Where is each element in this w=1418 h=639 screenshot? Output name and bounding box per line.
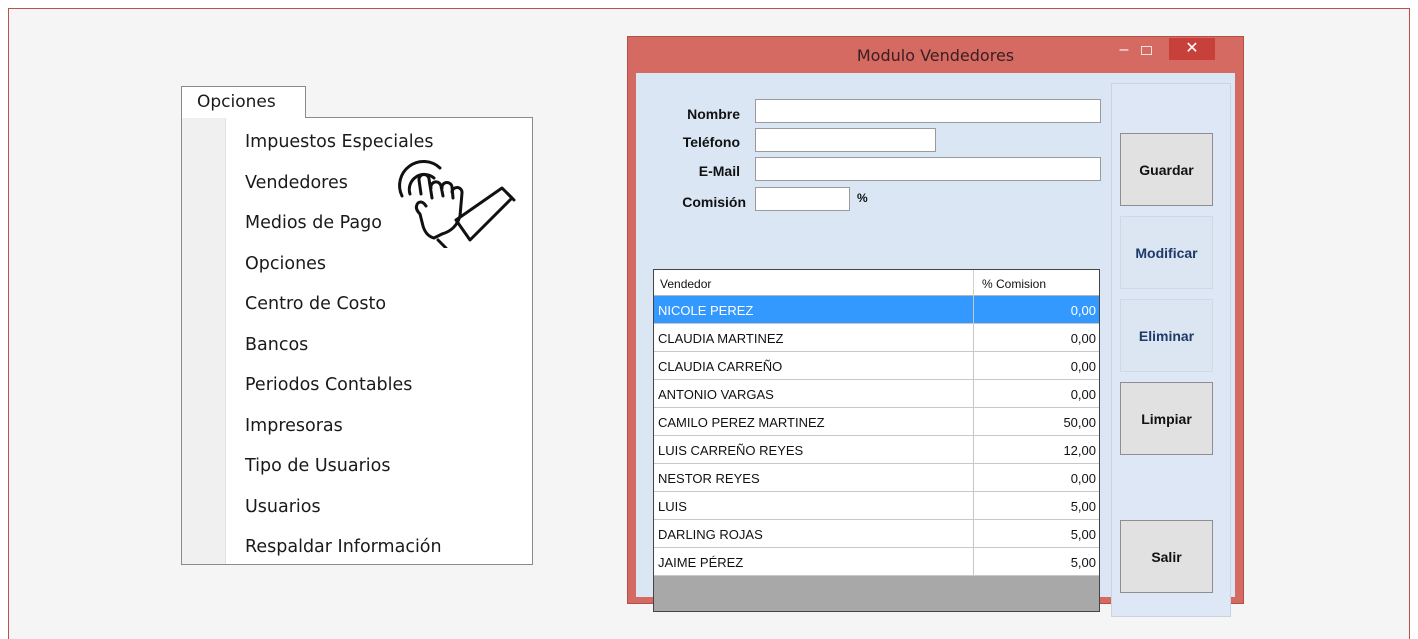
cell-comision: 5,00 <box>1070 555 1096 570</box>
cell-comision: 0,00 <box>1070 471 1096 486</box>
menu-item-usuarios[interactable]: Usuarios <box>245 490 442 531</box>
email-input[interactable] <box>755 157 1101 181</box>
minimize-button[interactable]: – <box>1113 41 1135 63</box>
menu-item-respaldar-informacion[interactable]: Respaldar Información <box>245 530 442 571</box>
cell-vendedor: CLAUDIA CARREÑO <box>658 359 783 374</box>
grid-header: Vendedor % Comision <box>654 270 1099 296</box>
cell-vendedor: CAMILO PEREZ MARTINEZ <box>658 415 825 430</box>
comision-label: Comisión <box>682 194 746 210</box>
cell-vendedor: DARLING ROJAS <box>658 527 763 542</box>
column-header-comision[interactable]: % Comision <box>982 277 1046 291</box>
table-row[interactable]: LUIS CARREÑO REYES 12,00 <box>654 436 1099 464</box>
modulo-vendedores-window: Modulo Vendedores – ✕ Nombre Teléfono E-… <box>627 36 1244 617</box>
cell-vendedor: NESTOR REYES <box>658 471 760 486</box>
cell-comision: 12,00 <box>1063 443 1096 458</box>
modificar-button[interactable]: Modificar <box>1120 216 1213 289</box>
menu-item-impresoras[interactable]: Impresoras <box>245 409 442 450</box>
menu-item-bancos[interactable]: Bancos <box>245 328 442 369</box>
telefono-input[interactable] <box>755 128 936 152</box>
cell-comision: 0,00 <box>1070 387 1096 402</box>
table-row[interactable]: CLAUDIA CARREÑO 0,00 <box>654 352 1099 380</box>
telefono-label: Teléfono <box>682 134 740 150</box>
menu-item-tipo-de-usuarios[interactable]: Tipo de Usuarios <box>245 449 442 490</box>
table-row[interactable]: ANTONIO VARGAS 0,00 <box>654 380 1099 408</box>
table-row[interactable]: NESTOR REYES 0,00 <box>654 464 1099 492</box>
vendedores-grid[interactable]: Vendedor % Comision NICOLE PEREZ 0,00 CLA… <box>653 269 1100 612</box>
cell-comision: 5,00 <box>1070 499 1096 514</box>
menu-item-opciones[interactable]: Opciones <box>245 247 442 288</box>
nombre-label: Nombre <box>687 106 740 122</box>
salir-button[interactable]: Salir <box>1120 520 1213 593</box>
maximize-button[interactable] <box>1136 41 1158 63</box>
menu-item-centro-de-costo[interactable]: Centro de Costo <box>245 287 442 328</box>
table-row[interactable]: JAIME PÉREZ 5,00 <box>654 548 1099 576</box>
window-client-area: Nombre Teléfono E-Mail Comisión % Vended… <box>636 73 1235 617</box>
cell-vendedor: LUIS <box>658 499 687 514</box>
nombre-input[interactable] <box>755 99 1101 123</box>
close-button[interactable]: ✕ <box>1169 38 1215 60</box>
column-separator <box>973 270 974 296</box>
table-row[interactable]: NICOLE PEREZ 0,00 <box>654 296 1099 324</box>
cell-vendedor: NICOLE PEREZ <box>658 303 754 318</box>
cell-comision: 0,00 <box>1070 359 1096 374</box>
column-header-vendedor[interactable]: Vendedor <box>660 277 711 291</box>
cell-comision: 50,00 <box>1063 415 1096 430</box>
menu-icon-gutter <box>182 118 226 564</box>
eliminar-button[interactable]: Eliminar <box>1120 299 1213 372</box>
guardar-button[interactable]: Guardar <box>1120 133 1213 206</box>
maximize-icon <box>1141 46 1152 55</box>
cell-comision: 5,00 <box>1070 527 1096 542</box>
menu-item-periodos-contables[interactable]: Periodos Contables <box>245 368 442 409</box>
table-row[interactable]: CLAUDIA MARTINEZ 0,00 <box>654 324 1099 352</box>
table-row[interactable]: CAMILO PEREZ MARTINEZ 50,00 <box>654 408 1099 436</box>
table-row[interactable]: DARLING ROJAS 5,00 <box>654 520 1099 548</box>
comision-input[interactable] <box>755 187 850 211</box>
cell-comision: 0,00 <box>1070 331 1096 346</box>
window-titlebar[interactable]: Modulo Vendedores – ✕ <box>628 37 1243 73</box>
limpiar-button[interactable]: Limpiar <box>1120 382 1213 455</box>
table-row[interactable]: LUIS 5,00 <box>654 492 1099 520</box>
percent-sign: % <box>857 191 868 205</box>
hand-tap-icon <box>398 160 516 248</box>
cell-vendedor: ANTONIO VARGAS <box>658 387 774 402</box>
action-button-panel: Guardar Modificar Eliminar Limpiar Salir <box>1111 83 1231 617</box>
cell-vendedor: LUIS CARREÑO REYES <box>658 443 804 458</box>
cell-vendedor: JAIME PÉREZ <box>658 555 744 570</box>
email-label: E-Mail <box>698 163 740 179</box>
menu-tab-label: Opciones <box>197 92 276 112</box>
menu-tab-opciones[interactable]: Opciones <box>181 86 306 118</box>
cell-comision: 0,00 <box>1070 303 1096 318</box>
cell-vendedor: CLAUDIA MARTINEZ <box>658 331 784 346</box>
